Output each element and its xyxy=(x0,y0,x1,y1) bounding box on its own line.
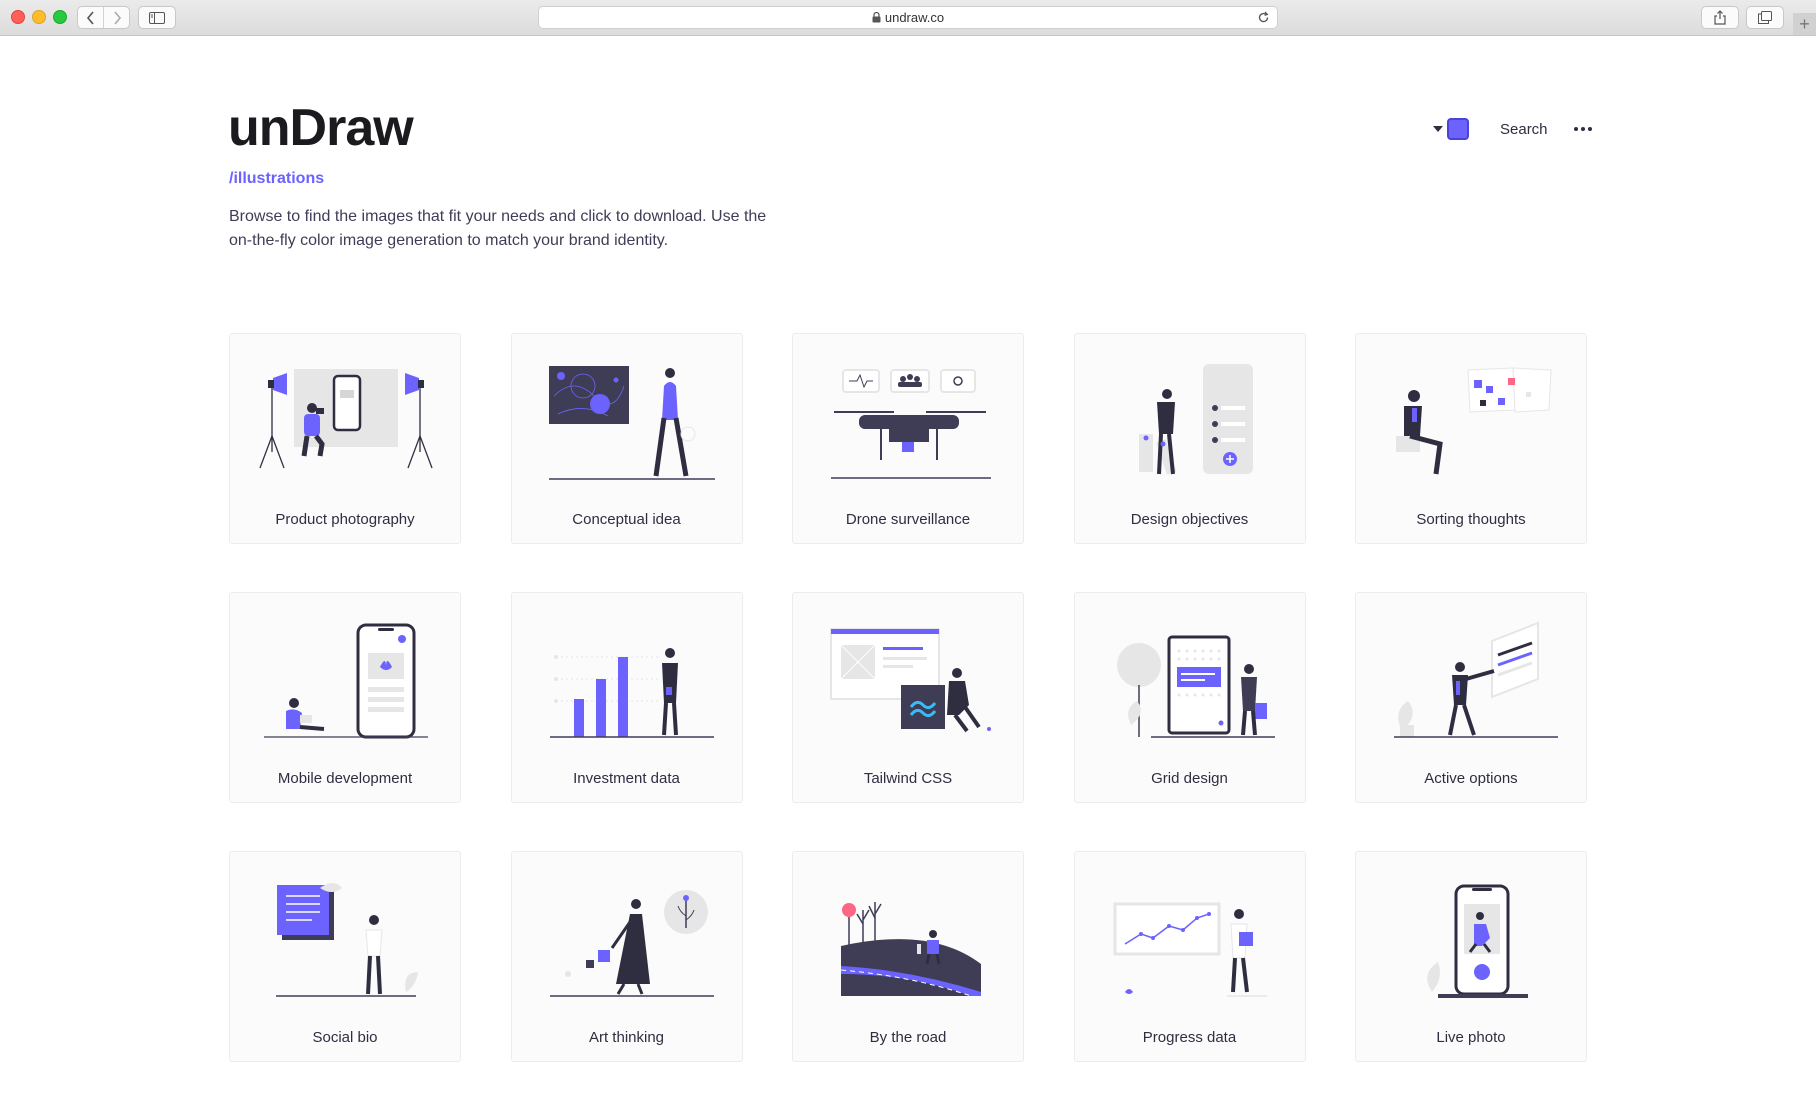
illustration-card[interactable]: Tailwind CSS xyxy=(792,592,1024,803)
intro-text: Browse to find the images that fit your … xyxy=(229,208,767,249)
site-logo[interactable]: unDraw xyxy=(228,98,414,158)
sorting-thoughts-illustration xyxy=(1396,367,1552,475)
illustration-title: Active options xyxy=(1424,770,1518,787)
tailwind-css-illustration xyxy=(830,628,991,733)
illustration-card[interactable]: Social bio xyxy=(229,851,461,1062)
browser-toolbar: undraw.co + xyxy=(0,0,1816,36)
plus-icon: + xyxy=(1799,13,1810,34)
social-bio-illustration xyxy=(276,883,418,997)
search-button[interactable]: Search xyxy=(1500,121,1548,138)
illustrations-link[interactable]: /illustrations xyxy=(229,170,324,188)
header-actions: Search xyxy=(1433,116,1592,142)
mobile-development-illustration xyxy=(264,623,428,739)
reload-icon xyxy=(1258,11,1269,23)
illustration-title: Investment data xyxy=(573,770,680,787)
lock-icon xyxy=(872,12,881,23)
illustration-card[interactable]: Art thinking xyxy=(510,851,743,1062)
illustration-card[interactable]: Sorting thoughts xyxy=(1355,333,1587,544)
progress-data-illustration xyxy=(1113,902,1267,997)
illustration-card[interactable]: Conceptual idea xyxy=(510,333,743,544)
more-options-icon[interactable] xyxy=(1573,127,1592,131)
tab-overview-button[interactable] xyxy=(1746,6,1784,29)
illustration-title: Live photo xyxy=(1436,1029,1506,1046)
url-text: undraw.co xyxy=(884,10,945,25)
live-photo-illustration xyxy=(1427,884,1528,998)
zoom-window-button[interactable] xyxy=(53,10,67,24)
reload-button[interactable] xyxy=(1257,11,1270,24)
illustration-title: Sorting thoughts xyxy=(1416,511,1526,528)
close-window-button[interactable] xyxy=(11,10,25,24)
forward-button[interactable] xyxy=(103,7,129,28)
history-nav xyxy=(77,6,130,29)
drone-surveillance-illustration xyxy=(831,369,991,479)
share-icon xyxy=(1714,10,1726,25)
chevron-right-icon xyxy=(113,10,121,25)
illustration-card[interactable]: Investment data xyxy=(510,592,743,803)
back-button[interactable] xyxy=(78,7,103,28)
conceptual-idea-illustration xyxy=(548,366,715,480)
illustration-title: Conceptual idea xyxy=(572,511,681,528)
illustration-card[interactable]: Product photography xyxy=(229,333,461,544)
illustration-card[interactable]: Design objectives xyxy=(1073,333,1306,544)
illustration-grid: Product photography Conceptual idea Dron… xyxy=(229,333,1587,1062)
grid-design-illustration xyxy=(1116,635,1275,738)
design-objectives-illustration xyxy=(1138,364,1253,475)
illustration-title: Mobile development xyxy=(277,770,413,787)
color-dropdown-caret-icon[interactable] xyxy=(1433,126,1443,132)
illustration-title: Social bio xyxy=(312,1029,378,1046)
product-photography-illustration xyxy=(259,369,433,469)
tabs-icon xyxy=(1758,11,1772,24)
color-picker-swatch[interactable] xyxy=(1447,118,1469,140)
chevron-left-icon xyxy=(86,10,94,25)
sidebar-icon xyxy=(149,11,165,24)
illustration-title: Tailwind CSS xyxy=(863,770,953,787)
illustration-title: Art thinking xyxy=(588,1029,665,1046)
illustration-card[interactable]: Live photo xyxy=(1355,851,1587,1062)
sidebar-toggle-button[interactable] xyxy=(138,6,176,29)
active-options-illustration xyxy=(1394,621,1558,738)
illustration-card[interactable]: Drone surveillance xyxy=(792,333,1024,544)
investment-data-illustration xyxy=(549,648,714,738)
illustration-card[interactable]: By the road xyxy=(792,851,1024,1062)
illustration-title: Product photography xyxy=(275,511,415,528)
illustration-title: By the road xyxy=(869,1029,947,1046)
minimize-window-button[interactable] xyxy=(32,10,46,24)
illustration-title: Progress data xyxy=(1142,1029,1237,1046)
illustration-title: Drone surveillance xyxy=(845,511,971,528)
new-tab-button[interactable]: + xyxy=(1793,13,1816,35)
illustration-card[interactable]: Active options xyxy=(1355,592,1587,803)
illustration-card[interactable]: Mobile development xyxy=(229,592,461,803)
by-the-road-illustration xyxy=(840,902,981,997)
share-button[interactable] xyxy=(1701,6,1739,29)
illustration-title: Grid design xyxy=(1151,770,1228,787)
illustration-card[interactable]: Grid design xyxy=(1073,592,1306,803)
art-thinking-illustration xyxy=(549,890,714,997)
illustration-card[interactable]: Progress data xyxy=(1073,851,1306,1062)
illustration-title: Design objectives xyxy=(1130,511,1249,528)
address-bar[interactable]: undraw.co xyxy=(538,6,1278,29)
